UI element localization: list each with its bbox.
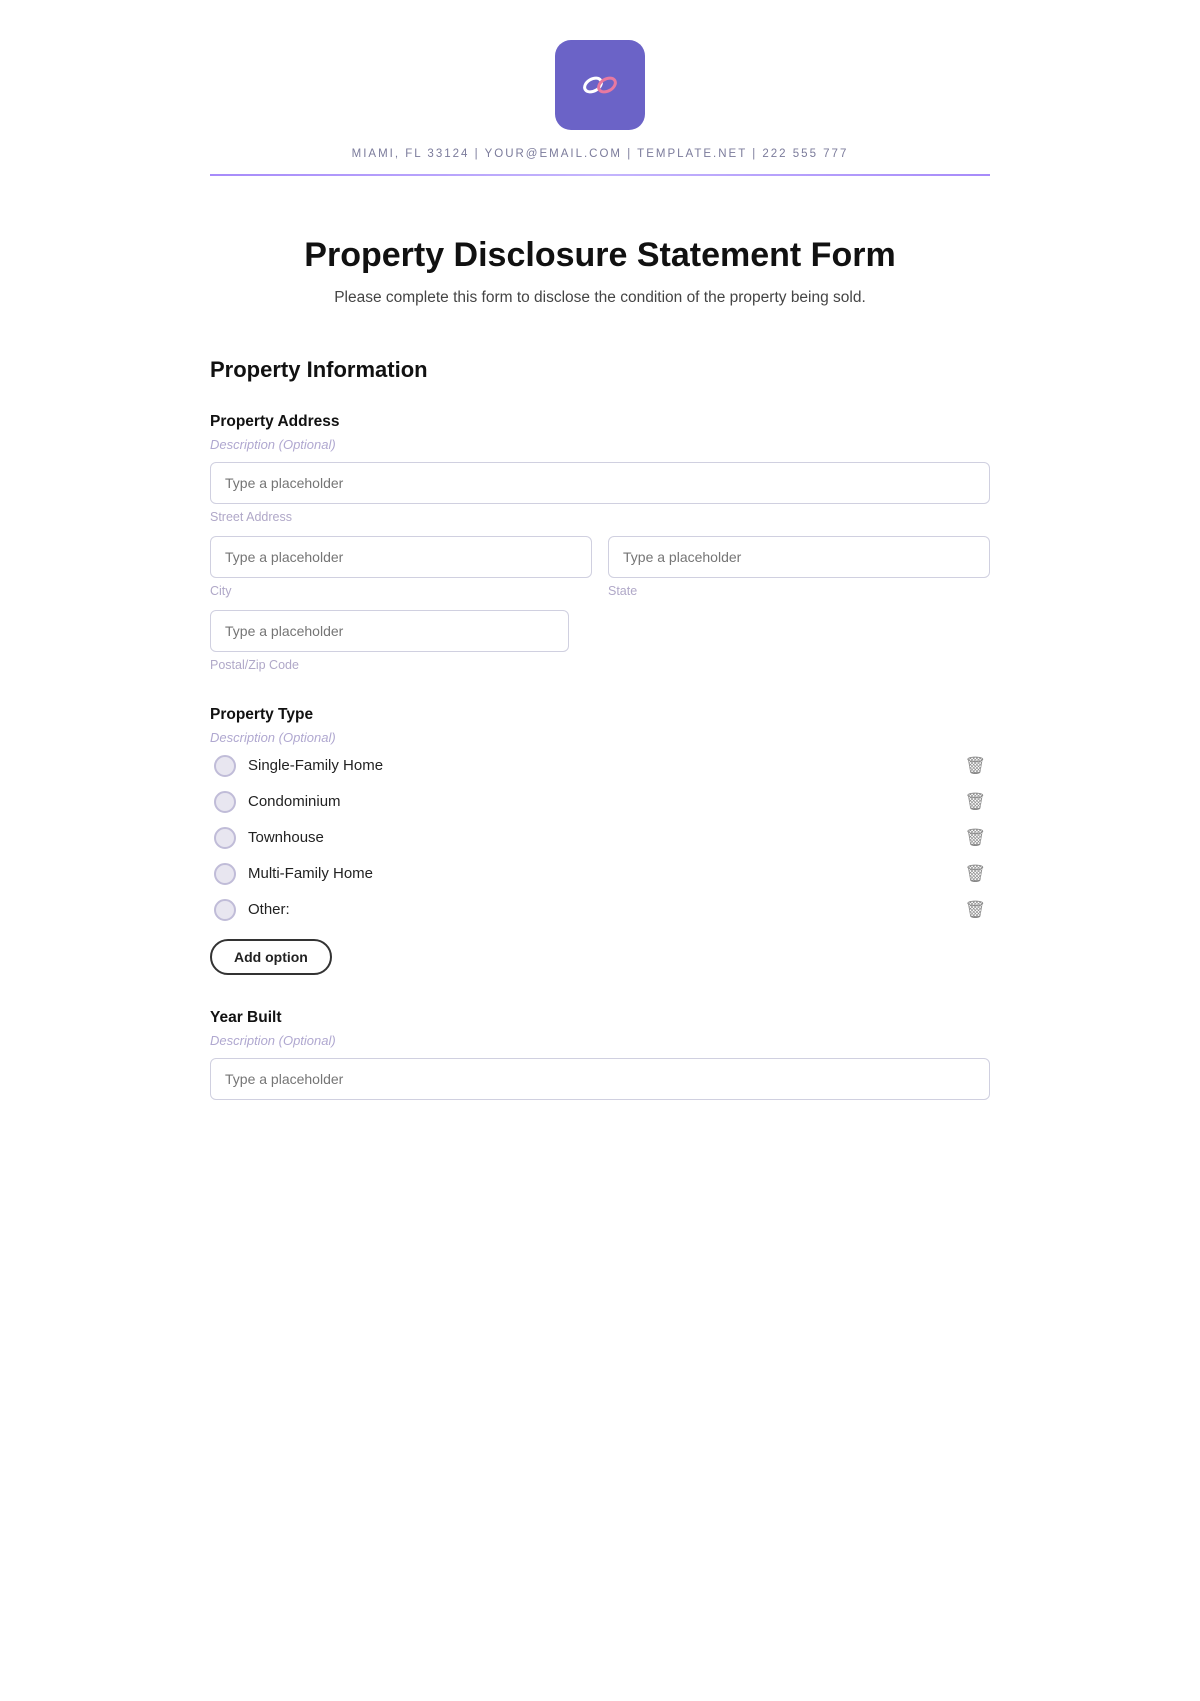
field-label-year-built: Year Built: [210, 1009, 990, 1027]
radio-circle-condominium[interactable]: [214, 791, 236, 813]
street-address-input[interactable]: [210, 462, 990, 504]
city-state-row: City State: [210, 536, 990, 610]
form-title: Property Disclosure Statement Form: [210, 236, 990, 275]
field-desc-property-type: Description (Optional): [210, 730, 990, 745]
delete-condominium-button[interactable]: 🗑: [964, 792, 986, 812]
postal-label: Postal/Zip Code: [210, 658, 569, 672]
contact-bar: MIAMI, FL 33124 | YOUR@EMAIL.COM | TEMPL…: [352, 148, 849, 160]
radio-circle-multi-family[interactable]: [214, 863, 236, 885]
postal-input[interactable]: [210, 610, 569, 652]
delete-multi-family-button[interactable]: 🗑: [964, 864, 986, 884]
radio-label-multi-family: Multi-Family Home: [248, 865, 373, 882]
city-label: City: [210, 584, 592, 598]
radio-option-other: Other: 🗑: [210, 899, 990, 921]
street-address-label: Street Address: [210, 510, 990, 524]
city-input[interactable]: [210, 536, 592, 578]
radio-circle-townhouse[interactable]: [214, 827, 236, 849]
radio-label-single-family: Single-Family Home: [248, 757, 383, 774]
delete-other-button[interactable]: 🗑: [964, 900, 986, 920]
header-divider: [210, 174, 990, 176]
section-title-property-info: Property Information: [210, 357, 990, 383]
radio-circle-other[interactable]: [214, 899, 236, 921]
state-input[interactable]: [608, 536, 990, 578]
field-group-property-type: Property Type Description (Optional) Sin…: [210, 706, 990, 975]
logo-icon: [573, 58, 627, 112]
field-desc-year-built: Description (Optional): [210, 1033, 990, 1048]
form-subtitle: Please complete this form to disclose th…: [210, 289, 990, 307]
radio-circle-single-family[interactable]: [214, 755, 236, 777]
radio-option-multi-family: Multi-Family Home 🗑: [210, 863, 990, 885]
delete-townhouse-button[interactable]: 🗑: [964, 828, 986, 848]
radio-label-condominium: Condominium: [248, 793, 341, 810]
add-option-button[interactable]: Add option: [210, 939, 332, 975]
field-label-property-type: Property Type: [210, 706, 990, 724]
logo-box: [555, 40, 645, 130]
field-group-year-built: Year Built Description (Optional): [210, 1009, 990, 1106]
radio-option-condominium: Condominium 🗑: [210, 791, 990, 813]
state-label: State: [608, 584, 990, 598]
radio-label-other: Other:: [248, 901, 290, 918]
radio-option-townhouse: Townhouse 🗑: [210, 827, 990, 849]
radio-option-single-family: Single-Family Home 🗑: [210, 755, 990, 777]
year-built-input[interactable]: [210, 1058, 990, 1100]
field-group-property-address: Property Address Description (Optional) …: [210, 413, 990, 672]
page-header: MIAMI, FL 33124 | YOUR@EMAIL.COM | TEMPL…: [210, 40, 990, 226]
field-desc-property-address: Description (Optional): [210, 437, 990, 452]
field-label-property-address: Property Address: [210, 413, 990, 431]
radio-label-townhouse: Townhouse: [248, 829, 324, 846]
delete-single-family-button[interactable]: 🗑: [964, 756, 986, 776]
